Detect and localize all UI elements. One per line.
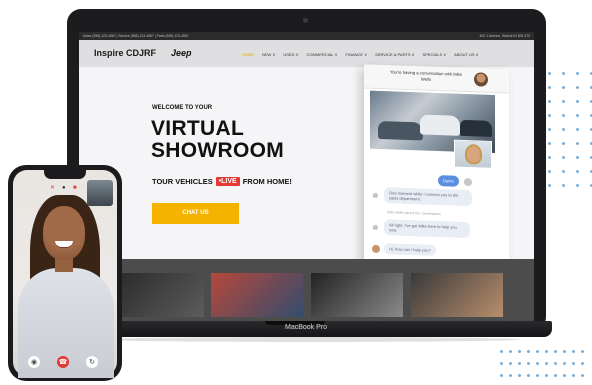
flip-camera-icon[interactable]: ↻	[86, 356, 98, 368]
car-image	[460, 119, 492, 137]
dealer-address: 402 1 Avenue, Walnut IN 505 470	[479, 34, 530, 38]
chat-header-text: You're having a conversation with Mike W…	[389, 69, 463, 82]
bot-icon: ▤	[373, 224, 378, 231]
chat-us-button[interactable]: CHAT US	[152, 203, 239, 224]
site-nav: Inspire CDJRF Jeep HOME NEW ∨ USED ∨ COM…	[79, 40, 534, 67]
agent-message-1: All right, I've got Mike here to help yo…	[384, 219, 470, 239]
hero-title-line2: SHOWROOM	[151, 139, 285, 162]
close-icon[interactable]: ✕	[50, 185, 55, 191]
nav-specials[interactable]: SPECIALS ∨	[423, 52, 447, 57]
nav-service-parts[interactable]: SERVICE & PARTS ∨	[375, 52, 414, 57]
car-image	[420, 114, 460, 136]
phone-notch	[44, 170, 86, 179]
nav-links: HOME NEW ∨ USED ∨ COMMERCIAL ∨ FINANCE ∨…	[242, 52, 479, 57]
hangup-icon[interactable]: ☎	[57, 356, 69, 368]
nav-new[interactable]: NEW ∨	[262, 52, 275, 57]
jeep-logo[interactable]: Jeep	[171, 48, 192, 58]
nav-finance[interactable]: FINANCE ∨	[346, 52, 368, 57]
user-avatar	[464, 177, 472, 187]
nav-about-us[interactable]: ABOUT US ∨	[454, 52, 478, 57]
chat-header: You're having a conversation with Mike W…	[364, 64, 509, 94]
nav-home[interactable]: HOME	[242, 52, 254, 57]
agent-small-avatar	[372, 244, 380, 254]
mic-icon[interactable]: ◉	[28, 356, 40, 368]
contact-strip: Sales (555) 123-4567 | Service (555) 123…	[79, 32, 534, 40]
laptop-model-label: MacBook Pro	[284, 324, 328, 331]
thumbnail-interior[interactable]	[311, 273, 403, 317]
video-icon[interactable]: ■	[73, 185, 77, 191]
bot-icon: ▤	[373, 192, 378, 199]
tour-text-after: FROM HOME!	[242, 177, 292, 186]
thumbnail-people[interactable]	[211, 273, 303, 317]
user-message: Demo	[438, 175, 459, 187]
nav-commercial[interactable]: COMMERCIAL ∨	[307, 52, 338, 57]
woman-face	[43, 206, 85, 260]
agent-message-2: Hi, how can I help you?	[384, 243, 436, 256]
bot-message: One moment while I connect you to the sa…	[384, 187, 472, 207]
thumbnail-man[interactable]	[411, 273, 503, 317]
car-image	[378, 120, 423, 141]
agent-video-pip[interactable]	[454, 139, 492, 169]
decorative-dots-bottom	[500, 350, 590, 380]
live-badge: •LIVE	[215, 177, 240, 186]
stage: Sales (555) 123-4567 | Service (555) 123…	[0, 0, 592, 385]
hero-subtitle: TOUR VEHICLES •LIVE FROM HOME!	[152, 177, 292, 186]
dealer-brand[interactable]: Inspire CDJRF	[94, 48, 156, 58]
agent-face	[467, 146, 480, 163]
decorative-dots-right	[548, 72, 592, 192]
thumbnail-truck[interactable]	[119, 273, 204, 317]
webcam-icon	[303, 18, 308, 23]
vehicle-thumbnails	[79, 259, 534, 321]
hero-title-line1: VIRTUAL	[151, 117, 245, 140]
laptop-shadow	[100, 337, 520, 342]
nav-used[interactable]: USED ∨	[283, 52, 298, 57]
agent-avatar	[474, 72, 488, 87]
chat-panel: You're having a conversation with Mike W…	[364, 64, 509, 270]
laptop-screen: Sales (555) 123-4567 | Service (555) 123…	[79, 32, 534, 321]
tour-text-before: TOUR VEHICLES	[152, 177, 213, 186]
self-view-video[interactable]	[87, 180, 113, 206]
mic-icon[interactable]: ●	[62, 185, 66, 191]
hero-title: VIRTUAL SHOWROOM	[151, 118, 284, 162]
contact-phones: Sales (555) 123-4567 | Service (555) 123…	[83, 34, 189, 38]
hero-welcome: WELCOME TO YOUR	[152, 105, 213, 111]
